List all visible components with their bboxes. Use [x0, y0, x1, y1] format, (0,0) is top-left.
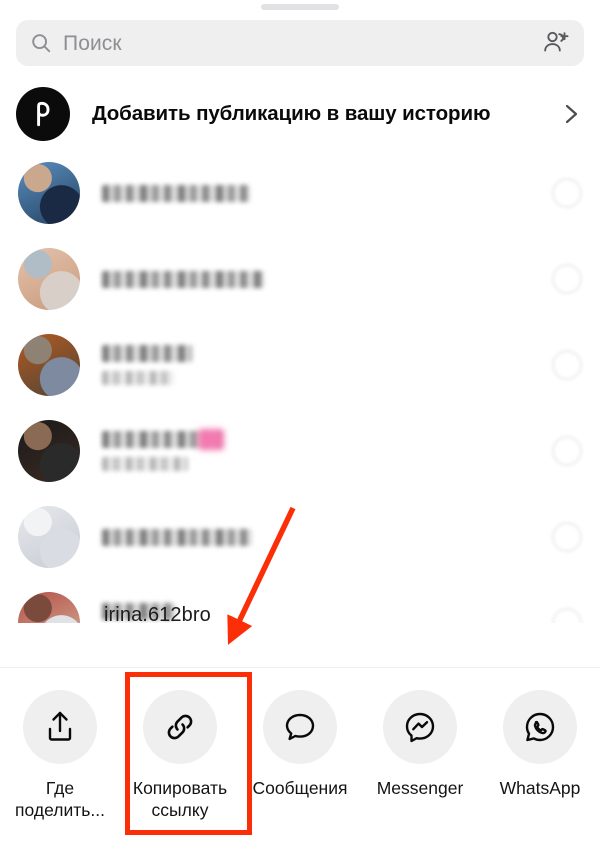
search-row: Поиск — [0, 14, 600, 66]
contact-select-checkbox[interactable] — [552, 608, 582, 623]
contact-select-checkbox[interactable] — [552, 522, 582, 552]
contact-select-checkbox[interactable] — [552, 436, 582, 466]
avatar — [18, 592, 80, 623]
contact-names — [102, 429, 552, 471]
avatar — [18, 248, 80, 310]
contact-row[interactable] — [0, 236, 600, 322]
share-option-label: Копировать ссылку — [132, 778, 228, 820]
share-sheet: Поиск Добавить публикацию в вашу историю — [0, 0, 600, 847]
contact-names — [102, 345, 552, 385]
share-option-3[interactable]: Сообщения — [240, 690, 360, 799]
messenger-icon[interactable] — [383, 690, 457, 764]
contact-handle-visible: irina.612bro — [104, 604, 211, 623]
share-option-2[interactable]: Копировать ссылку — [120, 690, 240, 821]
contact-select-checkbox[interactable] — [552, 178, 582, 208]
chevron-right-icon[interactable] — [558, 101, 584, 127]
contact-names — [102, 270, 552, 288]
search-bar[interactable]: Поиск — [16, 20, 584, 66]
share-action-bar: Где поделить... Копировать ссылку Сообщени… — [0, 667, 600, 847]
share-option-label: WhatsApp — [499, 778, 581, 798]
contact-handle — [102, 457, 188, 471]
search-input[interactable]: Поиск — [63, 33, 122, 54]
sheet-drag-handle[interactable] — [261, 4, 339, 10]
avatar — [18, 420, 80, 482]
contact-name — [102, 345, 192, 362]
contact-list[interactable]: irina.612bro — [0, 150, 600, 623]
share-upload-icon[interactable] — [23, 690, 97, 764]
contact-names — [102, 184, 552, 202]
share-option-label: Где поделить... — [15, 778, 105, 820]
contact-row[interactable] — [0, 322, 600, 408]
contact-row[interactable] — [0, 150, 600, 236]
contact-name — [102, 528, 252, 546]
whatsapp-icon[interactable] — [503, 690, 577, 764]
contact-select-checkbox[interactable] — [552, 264, 582, 294]
contact-row[interactable] — [0, 580, 600, 623]
contact-names — [102, 528, 552, 546]
emoji-tag — [198, 429, 224, 450]
share-option-4[interactable]: Messenger — [360, 690, 480, 799]
avatar — [18, 334, 80, 396]
contact-name — [102, 429, 224, 450]
contact-row[interactable] — [0, 494, 600, 580]
contact-name — [102, 270, 264, 288]
add-to-story-label: Добавить публикацию в вашу историю — [92, 102, 491, 125]
share-option-1[interactable]: Где поделить... — [0, 690, 120, 821]
message-bubble-icon[interactable] — [263, 690, 337, 764]
contact-row[interactable] — [0, 408, 600, 494]
share-option-label: Messenger — [376, 778, 464, 798]
share-option-5[interactable]: WhatsApp — [480, 690, 600, 799]
contact-select-checkbox[interactable] — [552, 350, 582, 380]
contact-name — [102, 184, 250, 202]
avatar — [18, 162, 80, 224]
threads-logo-icon — [16, 87, 70, 141]
link-icon[interactable] — [143, 690, 217, 764]
contact-handle — [102, 371, 174, 385]
search-icon — [30, 32, 52, 54]
avatar — [18, 506, 80, 568]
add-to-story-row[interactable]: Добавить публикацию в вашу историю — [0, 78, 600, 150]
add-people-icon[interactable] — [542, 29, 570, 57]
sheet-drag-handle-area[interactable] — [0, 0, 600, 14]
share-option-label: Сообщения — [252, 778, 348, 798]
